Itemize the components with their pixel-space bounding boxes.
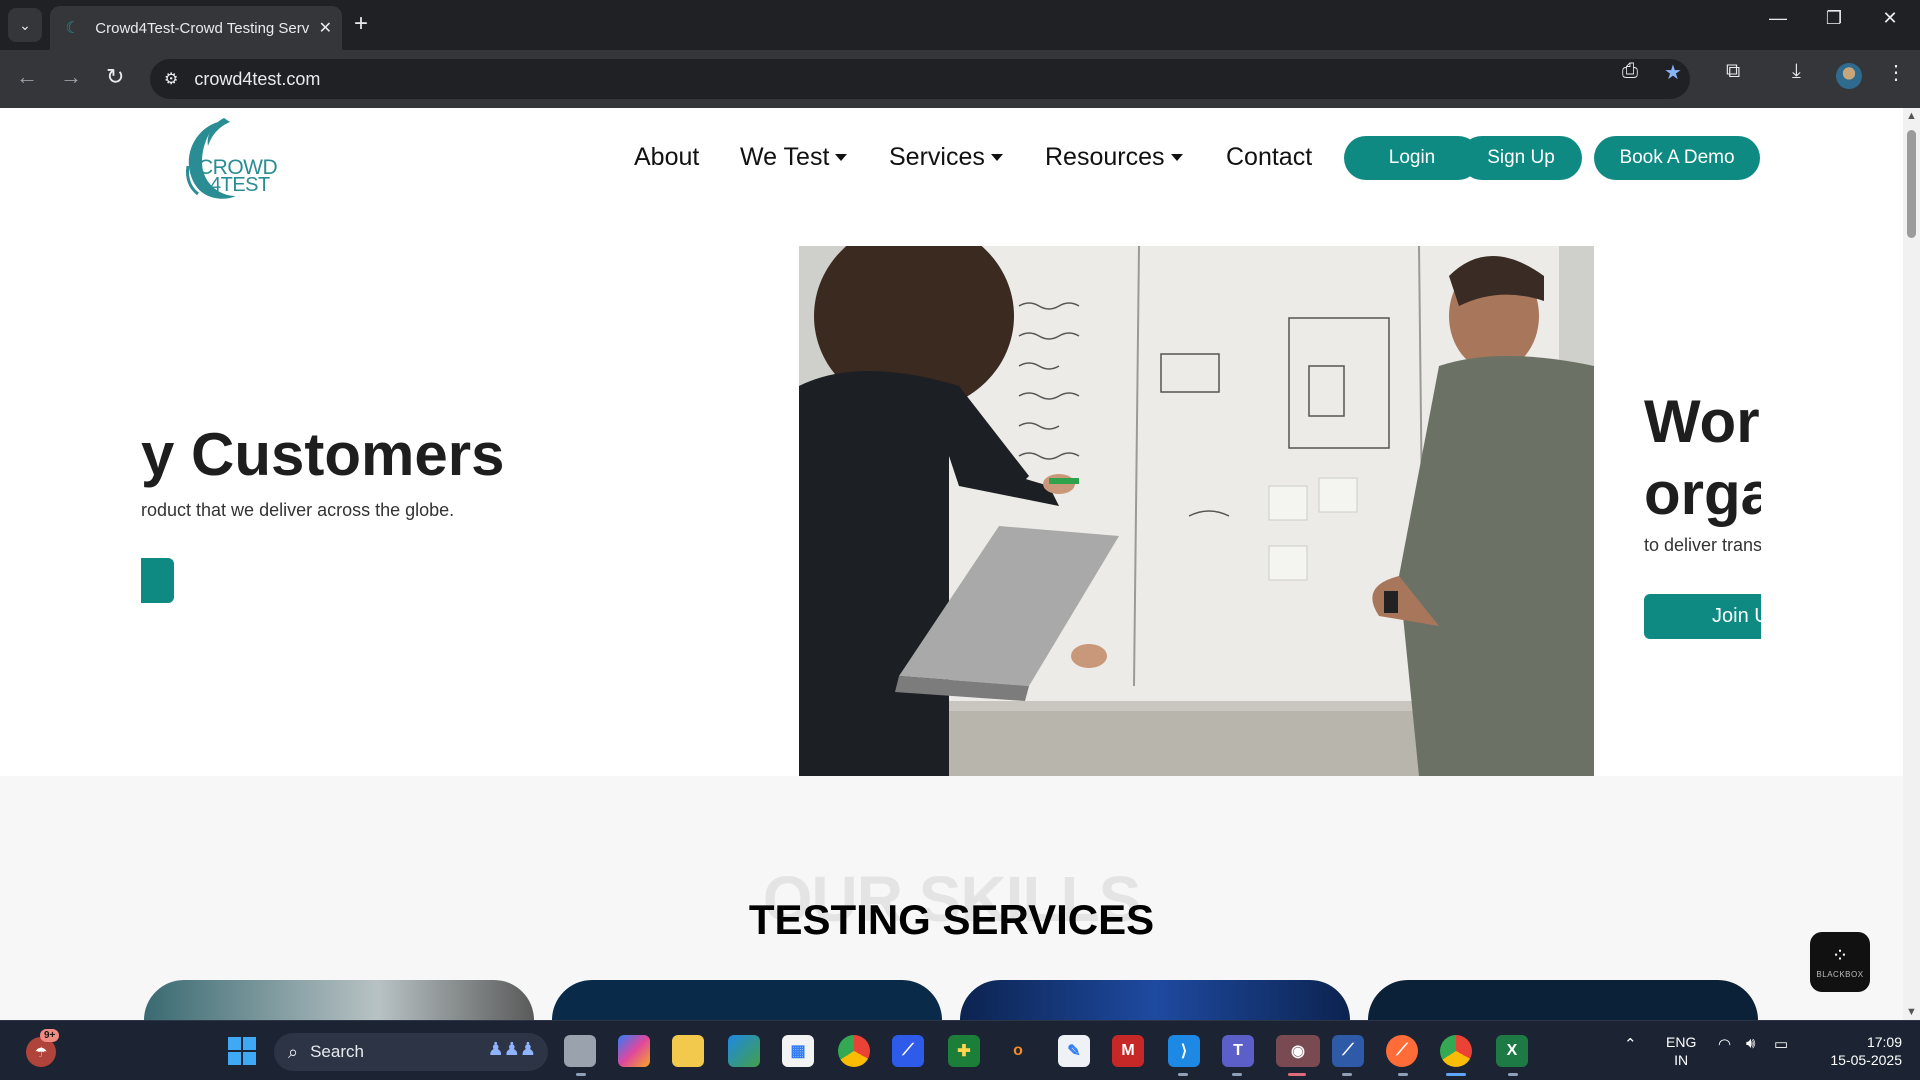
postman-icon[interactable]: ⟋ [1386,1035,1418,1067]
teams-icon[interactable]: T [1222,1035,1254,1067]
service-card[interactable] [960,980,1350,1020]
nav-resources-label: Resources [1045,143,1165,171]
hero-left-subtitle: roduct that we deliver across the globe. [141,500,455,520]
book-demo-button[interactable]: Book A Demo [1594,136,1760,180]
tab-title: Crowd4Test-Crowd Testing Serv [95,19,310,37]
widget-label: BLACKBOX [1816,969,1864,979]
browser-tab-bar: ⌄ ☾ Crowd4Test-Crowd Testing Serv ✕ + — … [0,0,1920,50]
app-icon[interactable]: o [1002,1035,1034,1067]
app-icon[interactable]: ⟋ [1332,1035,1364,1067]
browser-tab[interactable]: ☾ Crowd4Test-Crowd Testing Serv ✕ [50,6,342,50]
copilot-icon[interactable] [618,1035,650,1067]
vscode-icon[interactable]: ⟩ [1168,1035,1200,1067]
nav-services[interactable]: Services [889,143,1003,172]
region-code: IN [1674,1052,1689,1068]
language-indicator[interactable]: ENG IN [1666,1033,1696,1069]
chevron-up-icon[interactable]: ⌃ [1624,1035,1637,1053]
back-icon[interactable]: ← [16,64,38,90]
restore-icon[interactable]: ❐ [1814,8,1854,29]
skills-heading: TESTING SERVICES [748,896,1155,943]
hero-right-title: Wor orga [1644,386,1761,530]
widget-logo-icon: ⁘ [1831,944,1849,967]
url-text[interactable]: crowd4test.com [194,69,320,90]
service-card[interactable] [144,980,534,1020]
scroll-up-icon[interactable]: ▲ [1906,110,1917,122]
nav-we-test-label: We Test [740,143,830,171]
join-us-label: Join U [1712,605,1761,627]
notification-badge: 9+ [40,1029,60,1042]
edge-icon[interactable] [728,1035,760,1067]
forward-icon[interactable]: → [60,64,82,90]
app-icon[interactable]: ✚ [948,1035,980,1067]
nav-contact-label: Contact [1226,143,1313,171]
extensions-icon[interactable]: ⧉ [1726,60,1740,83]
web-page: CROWD 4TEST About We Test Services Resou… [0,108,1920,1020]
clock-time: 17:09 [1866,1034,1902,1050]
menu-icon[interactable]: ⋮ [1886,60,1906,85]
window-close-icon[interactable]: ✕ [1870,8,1910,29]
profile-avatar[interactable] [1836,63,1862,89]
bookmark-star-icon[interactable]: ★ [1664,60,1682,85]
task-view-icon[interactable] [564,1035,596,1067]
plus-icon[interactable]: + [354,10,368,38]
search-icon: ⌕ [288,1041,299,1062]
nav-contact[interactable]: Contact [1226,143,1312,172]
hero-image [799,246,1594,776]
caret-down-icon [835,154,848,161]
app-icon[interactable]: ◉ [1276,1035,1320,1067]
clock[interactable]: 17:09 15-05-2025 [1814,1033,1902,1069]
scrollbar-thumb[interactable] [1907,130,1916,238]
store-icon[interactable]: ▦ [782,1035,814,1067]
battery-icon[interactable]: ▭ [1774,1035,1788,1053]
site-favicon: ☾ [65,20,80,37]
install-app-icon[interactable]: ⎙ [1622,60,1638,83]
logo-line2: 4TEST [210,174,270,196]
language-code: ENG [1666,1034,1697,1050]
browser-toolbar: ← → ↻ ⚙ crowd4test.com ⎙ ★ ⧉ ⤓ ⋮ [0,50,1920,108]
signup-button[interactable]: Sign Up [1460,136,1582,180]
close-icon[interactable]: ✕ [319,18,332,38]
wifi-icon[interactable]: ◠ [1718,1035,1731,1053]
hero-right-subtitle: to deliver transp [1644,535,1761,555]
caret-down-icon [1170,154,1183,161]
hero-left-title: y Customers [141,421,505,488]
nav-about[interactable]: About [634,143,699,172]
address-bar[interactable]: ⚙ crowd4test.com [150,59,1690,99]
tab-search-icon[interactable]: ⌄ [8,8,42,42]
caret-down-icon [990,154,1003,161]
skills-section: OUR SKILLS TESTING SERVICES [0,776,1903,1020]
search-highlight-icon: ♟♟♟ [487,1039,536,1059]
nav-services-label: Services [889,143,985,171]
windows-taskbar: ☂ 9+ ⌕ Search ♟♟♟ ▦ ⟋ ✚ o ✎ M ⟩ T ◉ ⟋ ⟋ … [0,1020,1920,1080]
nav-about-label: About [634,143,700,171]
scroll-down-icon[interactable]: ▼ [1906,1006,1917,1018]
join-us-button[interactable]: Join U [1644,594,1761,639]
reload-icon[interactable]: ↻ [106,64,124,90]
windows-start-icon[interactable] [226,1035,258,1067]
chat-widget-button[interactable]: ⁘ BLACKBOX [1810,932,1870,992]
volume-icon[interactable]: 🔊︎ [1746,1035,1755,1052]
nav-we-test[interactable]: We Test [740,143,848,172]
site-logo[interactable]: CROWD 4TEST [178,116,282,204]
search-label: Search [310,1042,364,1061]
app-icon[interactable]: ⟋ [892,1035,924,1067]
taskbar-search[interactable]: ⌕ Search ♟♟♟ [274,1033,548,1071]
chrome-profile-icon[interactable] [1440,1035,1472,1067]
download-icon[interactable]: ⤓ [1792,60,1801,83]
mcafee-icon[interactable]: M [1112,1035,1144,1067]
hero-right-title-line1: Wor [1644,388,1760,455]
minimize-icon[interactable]: — [1758,8,1798,29]
file-explorer-icon[interactable] [672,1035,704,1067]
service-card[interactable] [552,980,942,1020]
nav-resources[interactable]: Resources [1045,143,1183,172]
hero-right-title-line2: orga [1644,460,1761,527]
excel-icon[interactable]: X [1496,1035,1528,1067]
app-icon[interactable]: ✎ [1058,1035,1090,1067]
chrome-icon[interactable] [838,1035,870,1067]
clock-date: 15-05-2025 [1830,1052,1902,1068]
page-scrollbar[interactable]: ▲ ▼ [1903,108,1920,1020]
site-info-icon[interactable]: ⚙ [164,69,178,89]
hero-left-button[interactable] [141,558,174,603]
service-card[interactable] [1368,980,1758,1020]
